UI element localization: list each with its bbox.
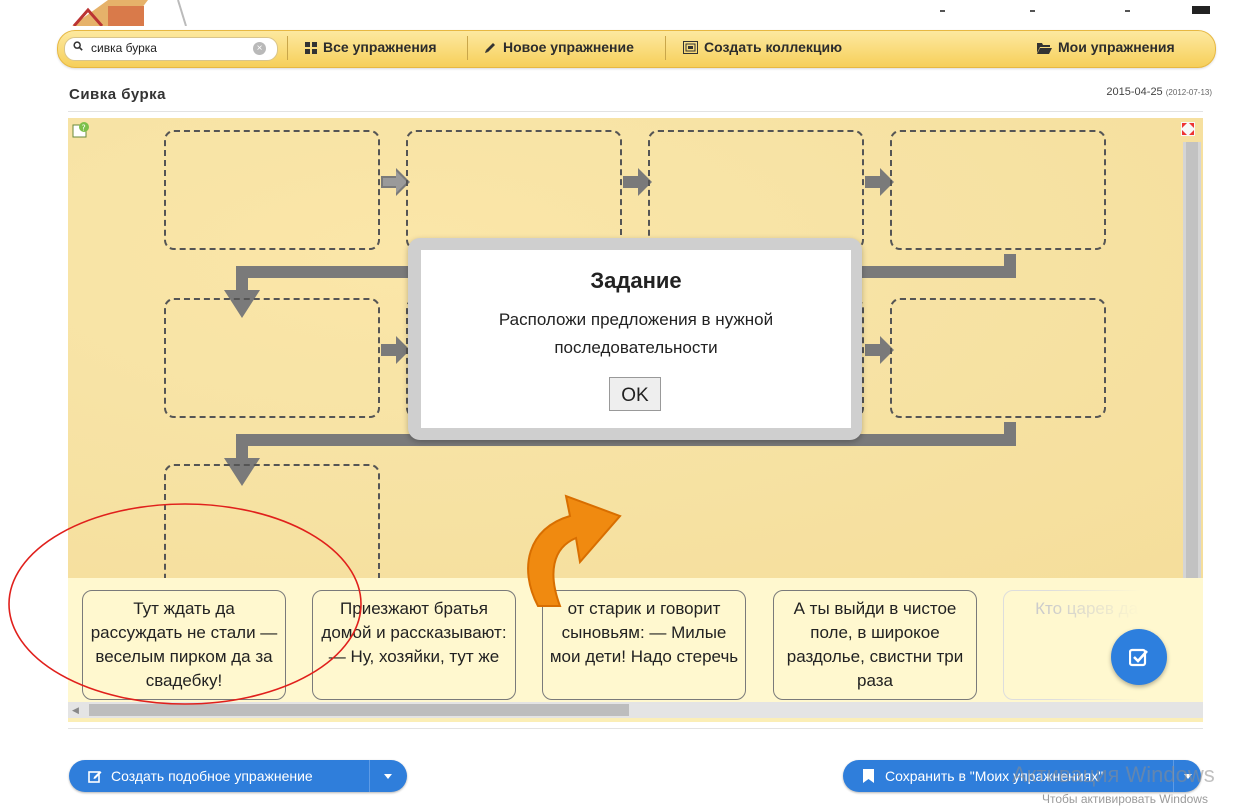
collection-icon xyxy=(683,41,698,54)
bookmark-icon xyxy=(863,769,874,783)
answer-slot[interactable] xyxy=(648,130,864,250)
vertical-scroll-thumb[interactable] xyxy=(1186,142,1198,578)
windows-activation-hint: Чтобы активировать Windows xyxy=(1042,792,1208,806)
dialog-text: Расположи предложения в нужной последова… xyxy=(498,310,774,357)
help-icon[interactable]: ? xyxy=(72,122,90,138)
chevron-down-icon[interactable] xyxy=(384,774,392,779)
date-updated: 2015-04-25 xyxy=(1106,86,1163,98)
page-date: 2015-04-25 (2012-07-13) xyxy=(1106,86,1212,98)
check-square-icon xyxy=(1129,648,1148,667)
sentence-card[interactable]: А ты выйди в чистое поле, в широкое разд… xyxy=(773,590,977,700)
dialog-title: Задание xyxy=(590,268,682,293)
grid-icon xyxy=(305,42,317,54)
search-input[interactable]: сивка бурка × xyxy=(64,37,278,61)
search-icon xyxy=(73,41,83,51)
clear-search-icon[interactable]: × xyxy=(253,42,266,55)
date-created: (2012-07-13) xyxy=(1165,88,1212,97)
nav-create-collection-label: Создать коллекцию xyxy=(704,39,843,55)
fullscreen-icon[interactable] xyxy=(1181,122,1195,136)
nav-divider xyxy=(665,36,666,60)
windows-activation-watermark: Активация Windows xyxy=(1012,762,1215,787)
folder-open-icon xyxy=(1037,43,1052,54)
nav-divider xyxy=(467,36,468,60)
answer-slot[interactable] xyxy=(406,130,622,250)
divider xyxy=(68,111,1203,112)
ok-button[interactable]: OK xyxy=(609,377,661,411)
divider xyxy=(68,728,1203,729)
nav-new-exercise[interactable]: Новое упражнение xyxy=(484,39,634,55)
create-similar-label: Создать подобное упражнение xyxy=(111,768,313,784)
site-logo[interactable] xyxy=(68,0,188,26)
header-fragment xyxy=(1125,10,1130,12)
create-similar-button[interactable]: Создать подобное упражнение xyxy=(69,760,407,792)
nav-create-collection[interactable]: Создать коллекцию xyxy=(683,39,842,55)
annotation-ellipse xyxy=(8,503,362,705)
nav-new-exercise-label: Новое упражнение xyxy=(503,39,634,55)
search-value: сивка бурка xyxy=(91,41,157,55)
nav-all-exercises[interactable]: Все упражнения xyxy=(305,39,437,55)
answer-slot[interactable] xyxy=(164,130,380,250)
header-fragment xyxy=(940,10,945,12)
answer-slot[interactable] xyxy=(890,298,1106,418)
nav-all-exercises-label: Все упражнения xyxy=(323,39,437,55)
pencil-icon xyxy=(485,43,495,53)
nav-my-exercises-label: Мои упражнения xyxy=(1058,39,1175,55)
edit-icon xyxy=(88,771,102,783)
nav-my-exercises[interactable]: Мои упражнения xyxy=(1037,39,1175,55)
page-title: Сивка бурка xyxy=(69,86,167,103)
svg-text:?: ? xyxy=(82,124,86,133)
button-divider xyxy=(369,760,370,792)
check-answer-button[interactable] xyxy=(1111,629,1167,685)
nav-divider xyxy=(287,36,288,60)
menu-icon[interactable] xyxy=(1192,6,1210,14)
header-fragment xyxy=(1030,10,1035,12)
answer-slot[interactable] xyxy=(164,298,380,418)
answer-slot[interactable] xyxy=(890,130,1106,250)
hint-arrow-icon xyxy=(527,494,622,607)
